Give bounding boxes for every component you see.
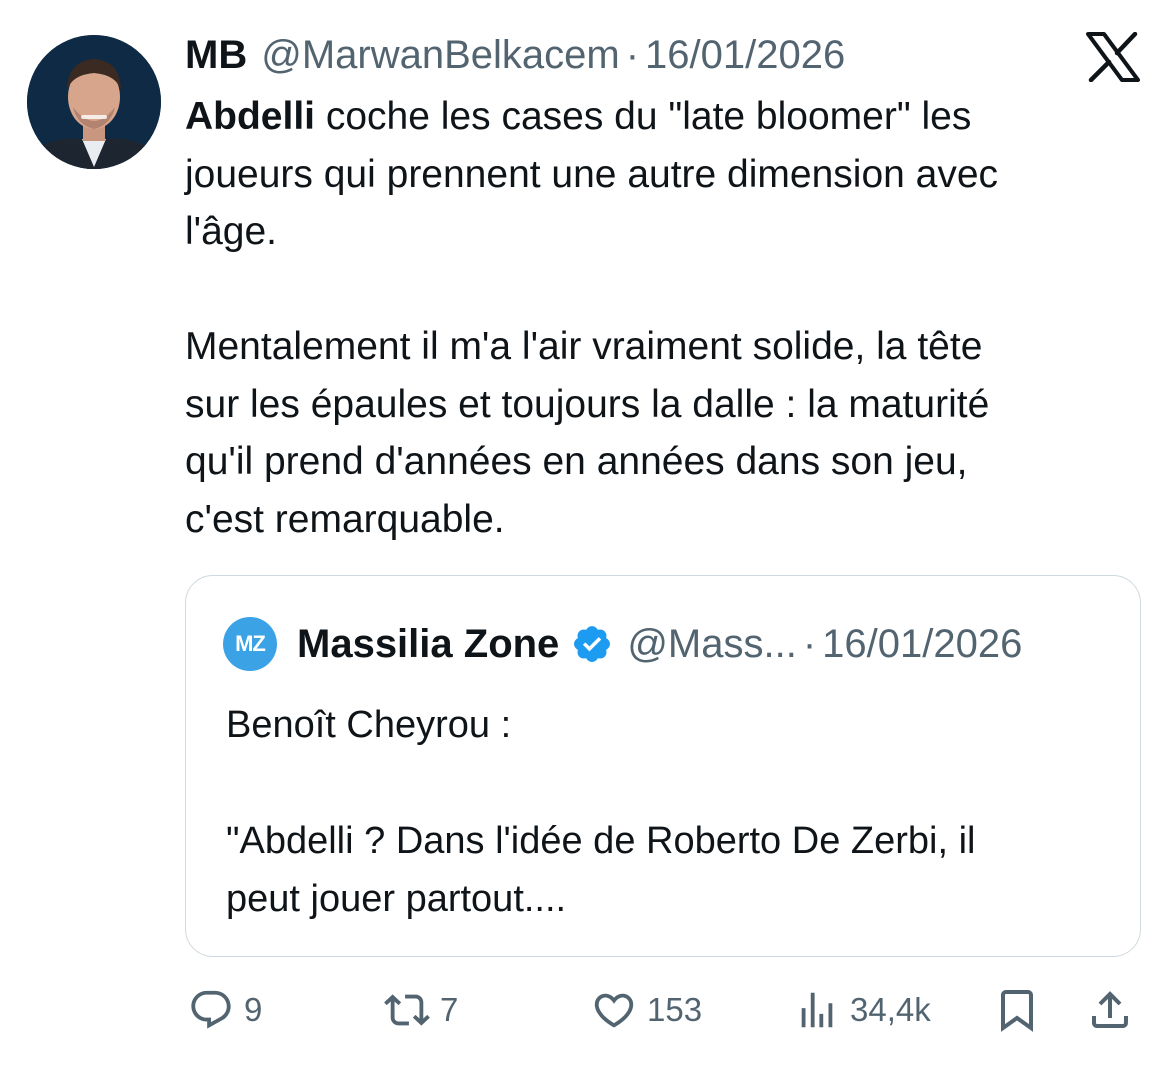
x-logo (1086, 31, 1140, 83)
bookmark-button[interactable] (993, 984, 1041, 1036)
views-button[interactable]: 34,4k (794, 984, 931, 1036)
views-icon (801, 992, 833, 1028)
tweet-line: joueurs qui prennent une autre dimension… (185, 152, 999, 196)
quote-avatar[interactable]: MZ (223, 617, 277, 671)
quote-text: Benoît Cheyrou : "Abdelli ? Dans l'idée … (226, 696, 1106, 928)
like-button[interactable]: 153 (591, 984, 702, 1036)
tweet-bold-word: Abdelli (185, 95, 316, 138)
quote-author-name[interactable]: Massilia Zone (297, 622, 559, 667)
tweet-date[interactable]: 16/01/2026 (645, 30, 845, 80)
share-button[interactable] (1086, 984, 1134, 1036)
tweet-line: Abdelli coche les cases du "late bloomer… (185, 88, 1145, 146)
quoted-tweet[interactable]: MZ Massilia Zone @Mass... · 16/01/2026 B… (185, 575, 1141, 957)
author-name[interactable]: MB (185, 30, 247, 80)
heart-icon (594, 993, 634, 1028)
quote-line: "Abdelli ? Dans l'idée de Roberto De Zer… (226, 820, 976, 862)
repost-button[interactable]: 7 (384, 984, 458, 1036)
verified-badge-icon (574, 626, 611, 662)
separator-dot: · (625, 33, 640, 77)
quote-author-handle[interactable]: @Mass... (627, 622, 797, 667)
views-count: 34,4k (850, 991, 931, 1028)
tweet-line: qu'il prend d'années en années dans son … (185, 440, 968, 483)
action-bar: 9 7 153 34,4k (0, 984, 1170, 1036)
tweet-line: Mentalement il m'a l'air vraiment solide… (185, 325, 983, 368)
reply-icon (191, 990, 231, 1029)
quote-avatar-text: MZ (235, 631, 266, 656)
author-handle[interactable]: @MarwanBelkacem (261, 30, 620, 80)
tweet-text: Abdelli coche les cases du "late bloomer… (185, 88, 1145, 548)
quote-line: peut jouer partout.... (226, 878, 567, 920)
quote-line: Benoît Cheyrou : (226, 704, 512, 746)
tweet-line: sur les épaules et toujours la dalle : l… (185, 382, 990, 426)
repost-icon (384, 994, 430, 1026)
quote-date[interactable]: 16/01/2026 (822, 622, 1022, 667)
tweet-line-rest: coche les cases du "late bloomer" les (315, 95, 972, 138)
tweet-line: l'âge. (185, 210, 278, 253)
tweet-header: MB @MarwanBelkacem · 16/01/2026 (185, 30, 845, 80)
reply-button[interactable]: 9 (188, 984, 262, 1036)
tweet-line: c'est remarquable. (185, 497, 505, 541)
quote-header: MZ Massilia Zone @Mass... · 16/01/2026 (223, 616, 1022, 672)
author-avatar[interactable] (27, 35, 161, 169)
separator-dot: · (802, 621, 817, 666)
reply-count: 9 (244, 991, 263, 1028)
bookmark-icon (1001, 990, 1033, 1032)
share-icon (1092, 991, 1128, 1028)
repost-count: 7 (440, 991, 459, 1028)
like-count: 153 (647, 991, 703, 1028)
